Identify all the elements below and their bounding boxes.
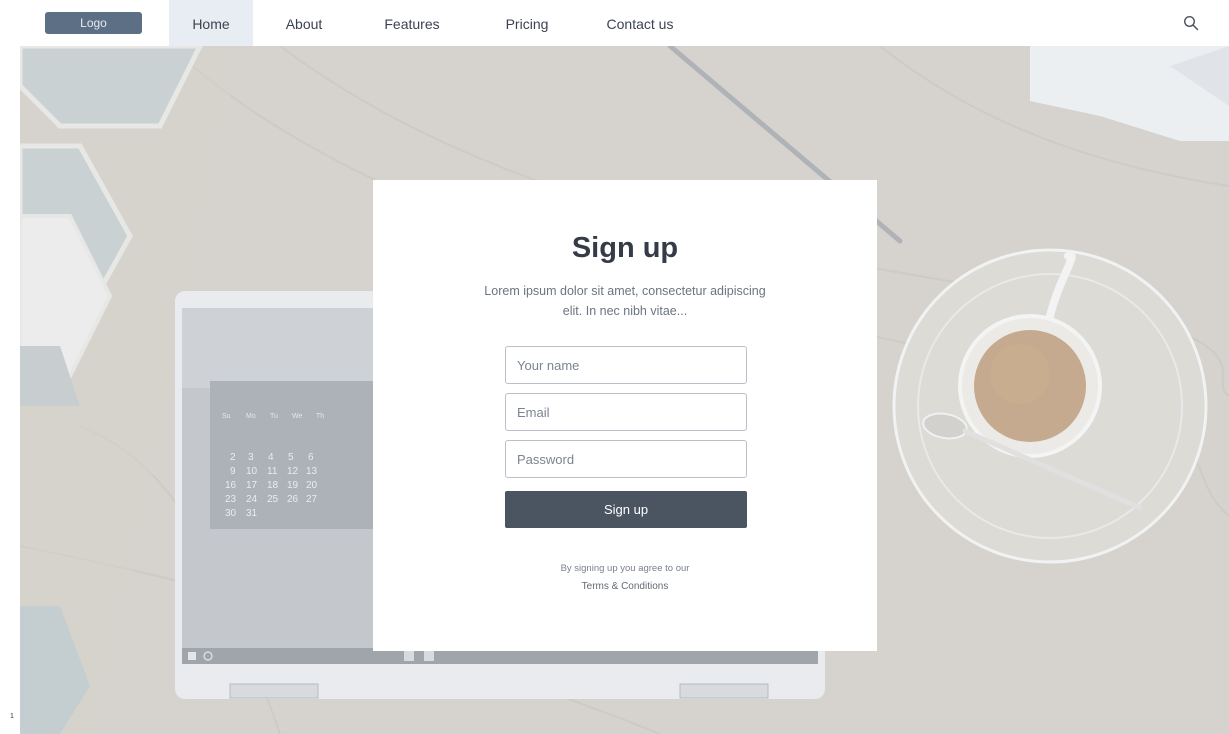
search-icon[interactable] (1183, 15, 1199, 31)
nav-item-features[interactable]: Features (372, 0, 452, 46)
nav-item-contact-us[interactable]: Contact us (596, 0, 684, 46)
email-input[interactable] (505, 393, 747, 431)
password-input[interactable] (505, 440, 747, 478)
corner-mark: 1 (10, 713, 14, 720)
top-navbar: Logo Home About Features Pricing Contact… (0, 0, 1229, 46)
name-input[interactable] (505, 346, 747, 384)
logo[interactable]: Logo (45, 12, 142, 34)
nav-item-pricing[interactable]: Pricing (494, 0, 560, 46)
signup-card: Sign up Lorem ipsum dolor sit amet, cons… (373, 180, 877, 651)
page: Logo Home About Features Pricing Contact… (0, 0, 1229, 734)
signup-description: Lorem ipsum dolor sit amet, consectetur … (484, 284, 766, 318)
agreement-text: By signing up you agree to our (560, 563, 690, 574)
signup-title: Sign up (571, 232, 679, 264)
nav-item-home[interactable]: Home (169, 0, 253, 46)
signup-button[interactable]: Sign up (505, 491, 747, 528)
nav-item-about[interactable]: About (272, 0, 336, 46)
terms-link[interactable]: Terms & Conditions (373, 581, 877, 592)
